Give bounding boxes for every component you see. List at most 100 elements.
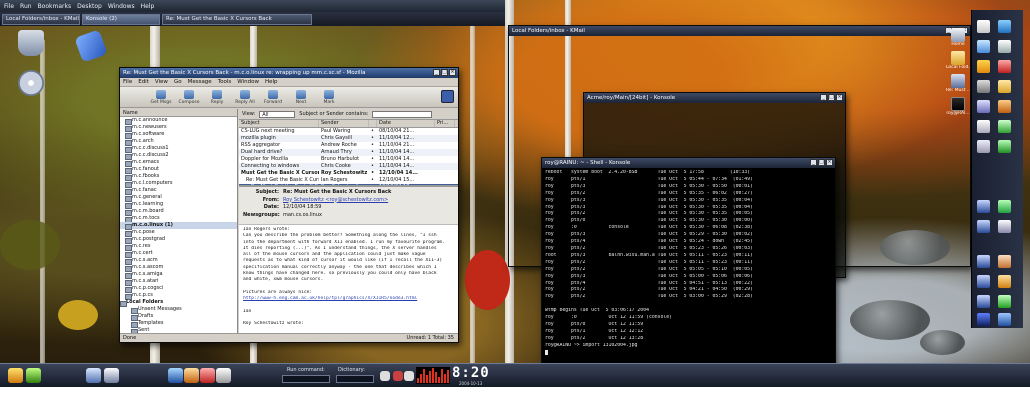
folder-item[interactable]: m.c.arch xyxy=(120,138,237,146)
top-menu-run[interactable]: Run xyxy=(20,3,32,10)
clock-time[interactable]: 8:20 xyxy=(452,365,490,381)
terminal-output[interactable]: reboot system boot 2.4.20-8SB Tue Oct 5 … xyxy=(542,168,835,359)
menu-window[interactable]: Window xyxy=(237,79,259,85)
launcher-icon[interactable] xyxy=(998,275,1011,288)
view-select[interactable]: All xyxy=(259,110,296,118)
launcher-icon[interactable] xyxy=(998,80,1011,93)
folder-icon[interactable] xyxy=(951,51,965,65)
message-from[interactable]: Roy Schestowitz <roy@schestowitz.com> xyxy=(283,197,388,205)
menu-file[interactable]: File xyxy=(123,79,132,85)
folder-item[interactable]: Unsent Messages xyxy=(120,306,237,314)
menu-go[interactable]: Go xyxy=(174,79,182,85)
launcher-icon[interactable] xyxy=(998,140,1011,153)
launcher-icon[interactable] xyxy=(977,20,990,33)
star-icon[interactable] xyxy=(977,60,990,73)
top-menu-desktop[interactable]: Desktop xyxy=(77,3,102,10)
folder-item[interactable]: m.c.cert xyxy=(120,250,237,258)
folder-item[interactable]: m.c.fanac xyxy=(120,187,237,195)
thread-row[interactable]: CS-LUG next meeting Paul Waring • 08/10/04 … xyxy=(239,128,458,135)
folder-item[interactable]: m.c.o.linux (1) xyxy=(120,222,237,230)
launcher-icon[interactable] xyxy=(977,220,990,233)
launcher-icon[interactable] xyxy=(86,368,101,383)
read-status-icon[interactable]: • xyxy=(369,156,377,163)
launcher-icon[interactable] xyxy=(977,100,990,113)
home-icon[interactable] xyxy=(951,28,965,42)
close-button[interactable]: × xyxy=(826,159,833,166)
read-status-icon[interactable]: • xyxy=(369,135,377,142)
folder-item[interactable]: m.c.s.acm xyxy=(120,257,237,265)
thread-row[interactable]: Doppler for Mozilla Bruno Harbulot • 11/10/… xyxy=(239,156,458,163)
launcher-icon[interactable] xyxy=(184,368,199,383)
launcher-icon[interactable] xyxy=(998,200,1011,213)
launcher-icon[interactable] xyxy=(998,20,1011,33)
folder-item[interactable]: m.c.software xyxy=(120,131,237,139)
launcher-icon[interactable] xyxy=(26,368,41,383)
tray-icon[interactable] xyxy=(393,371,403,381)
kde-menu-icon[interactable] xyxy=(8,368,23,383)
column-subject[interactable]: Subject xyxy=(239,120,319,127)
maximize-button[interactable]: □ xyxy=(828,94,835,101)
thread-row[interactable]: RSS aggregator Andrew Roche • 11/10/04 21..… xyxy=(239,142,458,149)
next-button[interactable]: Next xyxy=(290,90,312,105)
launcher-icon[interactable] xyxy=(998,120,1011,133)
folder-item[interactable]: m.c.p.cogsci xyxy=(120,285,237,293)
minimize-button[interactable]: _ xyxy=(810,159,817,166)
folder-item[interactable]: m.c.newusers xyxy=(120,124,237,132)
thread-row[interactable]: Dual hard drive? Arnaud Thry • 11/10/04 14.… xyxy=(239,149,458,156)
konsole2-titlebar[interactable]: roy@RAINU: ~ - Shell - Konsole _ □ × xyxy=(542,158,835,168)
folder-item[interactable]: m.c.learning xyxy=(120,201,237,209)
close-button[interactable]: × xyxy=(836,94,843,101)
launcher-icon[interactable] xyxy=(977,200,990,213)
kmail-titlebar[interactable]: Local Folders/inbox - KMail _ □ × xyxy=(509,26,970,36)
read-status-icon[interactable]: • xyxy=(369,128,377,135)
read-status-icon[interactable]: • xyxy=(369,149,377,156)
launcher-icon[interactable] xyxy=(977,313,990,326)
folder-item[interactable]: m.c.general xyxy=(120,194,237,202)
folder-item[interactable]: m.c.fanout xyxy=(120,166,237,174)
launcher-icon[interactable] xyxy=(977,80,990,93)
launcher-icon[interactable] xyxy=(998,295,1011,308)
read-status-icon[interactable]: • xyxy=(369,170,377,177)
thread-row[interactable]: Re: Must Get the Basic X Cursors...Ian R… xyxy=(239,177,458,184)
menu-view[interactable]: View xyxy=(155,79,168,85)
dictionary-input[interactable] xyxy=(336,375,374,383)
folder-item[interactable]: m.c.fbooks xyxy=(120,173,237,181)
menu-tools[interactable]: Tools xyxy=(218,79,232,85)
launcher-icon[interactable] xyxy=(998,220,1011,233)
folder-item[interactable]: m.c.announce xyxy=(120,117,237,125)
column-date[interactable]: Date xyxy=(377,120,435,127)
read-status-icon[interactable]: • xyxy=(369,177,377,184)
launcher-icon[interactable] xyxy=(977,140,990,153)
launcher-icon[interactable] xyxy=(977,275,990,288)
launcher-icon[interactable] xyxy=(998,255,1011,268)
task-button-konsole[interactable]: Konsole (2) xyxy=(82,13,160,25)
folder-item[interactable]: m.c.c.discuss2 xyxy=(120,152,237,160)
tray-icon[interactable] xyxy=(380,371,390,381)
folder-item[interactable]: Templates xyxy=(120,320,237,328)
launcher-icon[interactable] xyxy=(998,313,1011,326)
thread-row[interactable]: Must Get the Basic X Cursors BackRoy Sch… xyxy=(239,170,458,177)
top-menu-bookmarks[interactable]: Bookmarks xyxy=(38,3,72,10)
mark-button[interactable]: Mark xyxy=(318,90,340,105)
launcher-icon[interactable] xyxy=(104,368,119,383)
maximize-button[interactable]: □ xyxy=(441,69,448,76)
launcher-icon[interactable] xyxy=(998,60,1011,73)
konsole1-titlebar[interactable]: Acme/roy/Main/[24bit] - Konsole _ □ × xyxy=(584,93,845,103)
launcher-icon[interactable] xyxy=(977,120,990,133)
minimize-button[interactable]: _ xyxy=(820,94,827,101)
folder-item[interactable]: m.c.postgrad xyxy=(120,236,237,244)
tray-icon[interactable] xyxy=(404,371,414,381)
compose-button[interactable]: Compose xyxy=(178,90,200,105)
get-msgs-button[interactable]: Get Msgs xyxy=(150,90,172,105)
column-read[interactable] xyxy=(369,120,377,127)
minimize-button[interactable]: _ xyxy=(433,69,440,76)
launcher-icon[interactable] xyxy=(200,368,215,383)
menu-help[interactable]: Help xyxy=(265,79,278,85)
top-menu-file[interactable]: File xyxy=(4,3,14,10)
top-menu-windows[interactable]: Windows xyxy=(108,3,135,10)
folder-item[interactable]: Drafts xyxy=(120,313,237,321)
trash-icon[interactable] xyxy=(18,30,44,56)
thread-row[interactable]: Connecting to windows Chris Cooke • 11/10/0… xyxy=(239,163,458,170)
folder-item[interactable]: m.c.res xyxy=(120,243,237,251)
forward-button[interactable]: Forward xyxy=(262,90,284,105)
